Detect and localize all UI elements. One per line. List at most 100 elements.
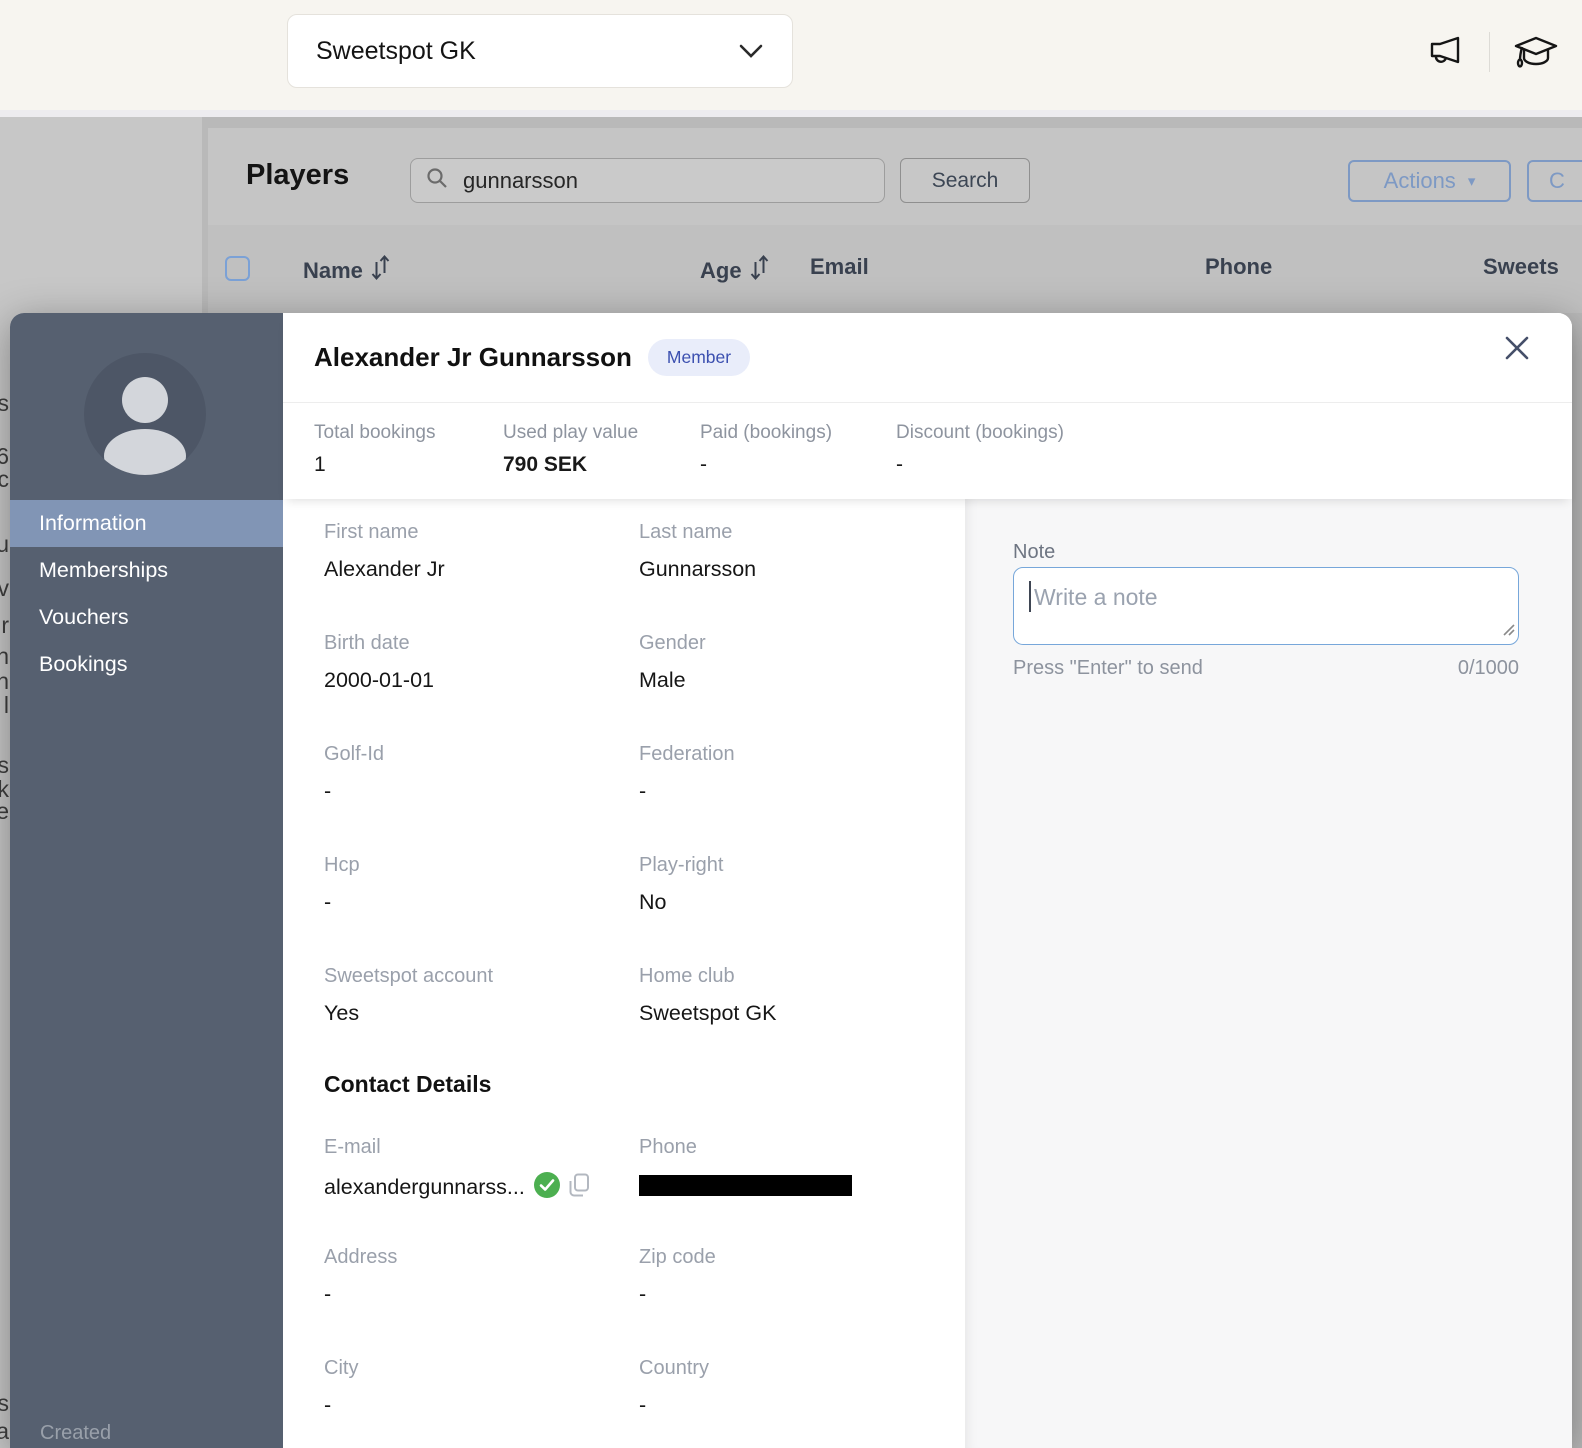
search-button[interactable]: Search — [900, 158, 1030, 203]
search-query-text: gunnarsson — [463, 168, 578, 194]
field-value: - — [639, 1282, 939, 1307]
field-federation: Federation - — [639, 743, 939, 804]
select-all-checkbox[interactable] — [225, 256, 250, 281]
avatar — [84, 353, 206, 475]
column-header-age[interactable]: Age — [700, 254, 769, 287]
field-value: - — [639, 779, 939, 804]
field-gender: Gender Male — [639, 632, 939, 693]
column-label: Phone — [1205, 254, 1272, 280]
tab-bookings[interactable]: Bookings — [10, 641, 283, 688]
stat-used-play-value: Used play value 790 SEK — [503, 422, 700, 477]
tab-memberships[interactable]: Memberships — [10, 547, 283, 594]
field-label: Sweetspot account — [324, 965, 624, 988]
clipped-text-fragment: v — [0, 575, 9, 602]
copy-icon[interactable] — [569, 1173, 590, 1202]
column-label: Name — [303, 258, 363, 284]
stat-label: Total bookings — [314, 422, 503, 444]
field-value: - — [324, 1282, 624, 1307]
actions-button[interactable]: Actions ▾ — [1348, 160, 1511, 202]
clipped-text-fragment: s — [0, 390, 9, 417]
created-label-clipped: Created — [40, 1422, 111, 1445]
column-label: Sweets — [1483, 254, 1559, 280]
field-value: - — [324, 1393, 624, 1418]
clipped-text-fragment: n — [0, 643, 9, 670]
club-selector-dropdown[interactable]: Sweetspot GK — [287, 14, 793, 88]
info-panel: First name Alexander Jr Last name Gunnar… — [283, 499, 965, 1448]
graduation-cap-icon[interactable] — [1512, 30, 1560, 74]
clipped-text-fragment: s — [0, 1390, 9, 1417]
stat-value: - — [700, 453, 896, 477]
stat-discount-bookings: Discount (bookings) - — [896, 422, 1064, 477]
column-header-phone: Phone — [1205, 254, 1272, 280]
field-birth-date: Birth date 2000-01-01 — [324, 632, 624, 693]
note-textarea[interactable]: Write a note — [1013, 567, 1519, 645]
note-hint: Press "Enter" to send — [1013, 657, 1203, 680]
field-label: Federation — [639, 743, 939, 766]
field-email: E-mail alexandergunnarss... — [324, 1136, 624, 1203]
actions-button-label: Actions — [1384, 168, 1456, 194]
field-hcp: Hcp - — [324, 854, 624, 915]
note-placeholder: Write a note — [1034, 584, 1158, 611]
column-header-name[interactable]: Name — [303, 254, 390, 287]
topbar: Sweetspot GK — [0, 0, 1582, 110]
field-address: Address - — [324, 1246, 624, 1307]
field-value: No — [639, 890, 939, 915]
field-label: City — [324, 1357, 624, 1380]
stat-value: - — [896, 453, 1064, 477]
field-label: Hcp — [324, 854, 624, 877]
field-label: Phone — [639, 1136, 939, 1159]
note-panel: Note Write a note Press "Enter" to send … — [965, 499, 1572, 1448]
clipped-text-fragment: a — [0, 1418, 9, 1445]
field-value: - — [324, 779, 624, 804]
text-cursor — [1029, 581, 1031, 612]
tab-vouchers[interactable]: Vouchers — [10, 594, 283, 641]
tab-information[interactable]: Information — [10, 500, 283, 547]
field-label: Golf-Id — [324, 743, 624, 766]
column-label: Age — [700, 258, 742, 284]
chevron-down-icon — [738, 37, 764, 66]
field-label: Address — [324, 1246, 624, 1269]
dimmed-table-header-strip — [208, 225, 1582, 313]
sort-arrows-icon[interactable] — [371, 254, 390, 287]
clipped-text-fragment: r — [0, 612, 9, 639]
page-title: Players — [246, 159, 349, 192]
close-icon[interactable] — [1502, 333, 1532, 363]
verified-check-icon — [534, 1172, 560, 1203]
clipped-text-fragment: l — [0, 692, 9, 719]
clipped-text-fragment: s — [0, 752, 9, 779]
create-button-label: C — [1549, 168, 1565, 194]
clipped-text-fragment: n — [0, 668, 9, 695]
field-value: 2000-01-01 — [324, 668, 624, 693]
field-home-club: Home club Sweetspot GK — [639, 965, 939, 1026]
resize-handle-icon[interactable] — [1501, 622, 1515, 641]
caret-down-icon: ▾ — [1468, 172, 1476, 190]
create-button-clipped[interactable]: C — [1527, 160, 1582, 202]
field-value: Male — [639, 668, 939, 693]
topbar-divider — [1489, 32, 1490, 72]
field-first-name: First name Alexander Jr — [324, 521, 624, 582]
column-header-email: Email — [810, 254, 869, 280]
stat-value: 1 — [314, 453, 503, 477]
sort-arrows-icon[interactable] — [750, 254, 769, 287]
club-selector-value: Sweetspot GK — [316, 37, 476, 66]
column-header-sweetspot-clipped: Sweets — [1483, 254, 1559, 280]
column-label: Email — [810, 254, 869, 280]
field-label: Play-right — [639, 854, 939, 877]
search-icon — [425, 166, 449, 195]
note-char-counter: 0/1000 — [1458, 657, 1519, 680]
clipped-text-fragment: e — [0, 798, 9, 825]
megaphone-icon[interactable] — [1423, 30, 1467, 74]
email-value-truncated: alexandergunnarss... — [324, 1175, 525, 1200]
stat-total-bookings: Total bookings 1 — [314, 422, 503, 477]
field-value: Yes — [324, 1001, 624, 1026]
stat-label: Discount (bookings) — [896, 422, 1064, 444]
field-label: Birth date — [324, 632, 624, 655]
field-label: First name — [324, 521, 624, 544]
field-label: Country — [639, 1357, 939, 1380]
field-sweetspot-account: Sweetspot account Yes — [324, 965, 624, 1026]
field-value: Gunnarsson — [639, 557, 939, 582]
field-label: E-mail — [324, 1136, 624, 1159]
player-search-input[interactable]: gunnarsson — [410, 158, 885, 203]
redacted-phone-value — [639, 1175, 852, 1196]
field-zip-code: Zip code - — [639, 1246, 939, 1307]
